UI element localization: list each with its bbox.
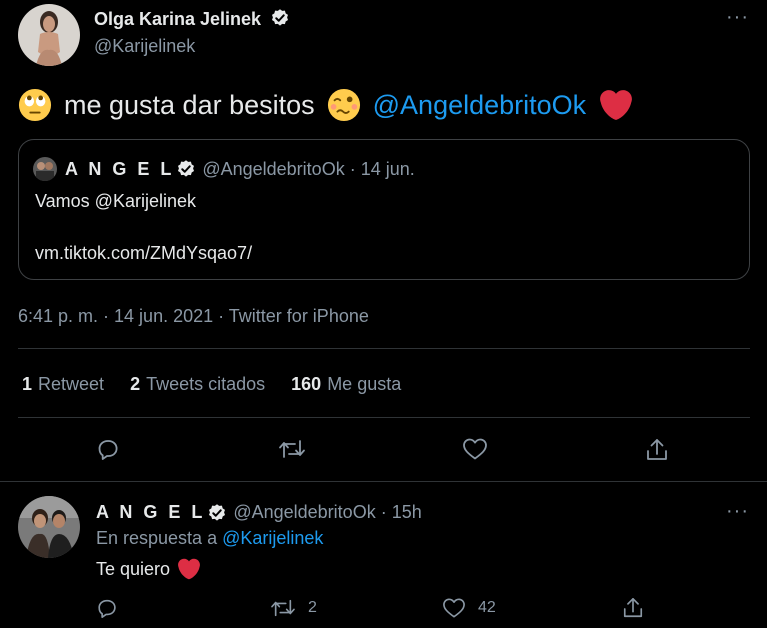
likes-count: 160 <box>291 374 322 394</box>
tweet-stats: 1 Retweet 2 Tweets citados 160 Me gusta <box>22 374 427 395</box>
heart-icon <box>463 438 487 460</box>
reply-body: Te quiero <box>96 558 171 579</box>
quotes-count: 2 <box>130 374 141 394</box>
retweet-icon <box>279 440 305 458</box>
reply-share-button[interactable] <box>622 596 644 620</box>
reply-author-avatar[interactable] <box>18 496 80 558</box>
reply-button[interactable] <box>96 437 120 461</box>
quote-tweets-stat[interactable]: 2 Tweets citados <box>130 374 265 395</box>
quoted-text-line-1: Vamos @Karijelinek <box>35 191 196 211</box>
quoted-author-name[interactable]: A N G E L <box>65 159 174 180</box>
reply-to-prefix: En respuesta a <box>96 528 218 548</box>
divider <box>0 481 767 482</box>
tweet-timestamp[interactable]: 6:41 p. m. · 14 jun. 2021 · Twitter for … <box>18 306 369 327</box>
share-icon <box>623 598 643 618</box>
retweet-button[interactable] <box>278 437 306 461</box>
heart-icon <box>443 598 465 618</box>
reply-icon <box>98 599 116 618</box>
tweet-body: me gusta dar besitos <box>64 89 315 120</box>
retweets-stat[interactable]: 1 Retweet <box>22 374 104 395</box>
quoted-tweet-card[interactable]: A N G E L @AngeldebritoOk · 14 jun. Vamo… <box>18 139 750 280</box>
author-name-text[interactable]: Olga Karina Jelinek <box>94 9 261 29</box>
red-heart-emoji-icon <box>178 558 201 580</box>
reply-more-options-icon[interactable]: ··· <box>726 500 749 523</box>
share-button[interactable] <box>645 437 669 463</box>
reply-retweet-count: 2 <box>308 599 317 616</box>
quoted-tweet-header: A N G E L @AngeldebritoOk · 14 jun. <box>33 157 415 181</box>
reply-retweet-button[interactable]: 2 <box>270 597 317 619</box>
likes-stat[interactable]: 160 Me gusta <box>291 374 401 395</box>
reply-to-handle-link[interactable]: @Karijelinek <box>222 528 323 548</box>
woozy-face-emoji-icon <box>327 88 360 122</box>
author-handle[interactable]: @Karijelinek <box>94 36 195 57</box>
tweet-mention-link[interactable]: @AngeldebritoOk <box>373 90 587 121</box>
reply-header: A N G E L @AngeldebritoOk · 15h <box>96 502 422 523</box>
quotes-label: Tweets citados <box>146 374 266 394</box>
reply-author-name[interactable]: A N G E L <box>96 502 205 523</box>
verified-badge-icon <box>178 160 195 177</box>
author-avatar[interactable] <box>18 4 80 66</box>
retweets-count: 1 <box>22 374 33 394</box>
quoted-handle-date[interactable]: @AngeldebritoOk · 14 jun. <box>202 159 414 180</box>
quoted-author-avatar[interactable] <box>33 157 57 181</box>
retweets-label: Retweet <box>38 374 105 394</box>
verified-badge-icon <box>209 503 226 521</box>
tweet-text: me gusta dar besitos @AngeldebritoOk <box>18 88 633 122</box>
reply-text: Te quiero <box>96 558 201 580</box>
reply-context: En respuesta a @Karijelinek <box>96 528 323 549</box>
reply-handle-time[interactable]: @AngeldebritoOk · 15h <box>233 502 421 523</box>
likes-label: Me gusta <box>327 374 402 394</box>
reply-reply-button[interactable] <box>96 597 118 619</box>
reply-like-button[interactable]: 42 <box>442 597 496 619</box>
more-options-icon[interactable]: ··· <box>726 6 749 29</box>
rolling-eyes-emoji-icon <box>18 88 52 122</box>
author-name[interactable]: Olga Karina Jelinek <box>94 8 290 30</box>
divider <box>18 417 750 418</box>
verified-badge-icon <box>272 9 289 26</box>
share-icon <box>647 439 667 460</box>
divider <box>18 348 750 349</box>
reply-icon <box>98 440 118 460</box>
reply-like-count: 42 <box>478 599 496 616</box>
quoted-text-link[interactable]: vm.tiktok.com/ZMdYsqao7/ <box>35 243 252 264</box>
like-button[interactable] <box>462 437 488 461</box>
retweet-icon <box>271 599 295 617</box>
red-heart-emoji-icon <box>600 90 633 120</box>
